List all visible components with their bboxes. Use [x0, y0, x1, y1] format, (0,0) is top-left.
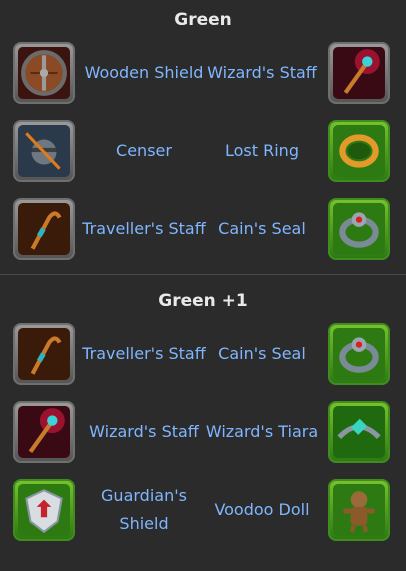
- section-divider: [0, 274, 406, 275]
- guardians-shield-icon[interactable]: [13, 479, 75, 541]
- voodoo-doll-icon[interactable]: [328, 479, 390, 541]
- item-pair-row: Censer Lost Ring: [0, 114, 406, 192]
- section-title: Green +1: [158, 291, 248, 311]
- section-green-plus-1: Green +1 Traveller's Staff Cain's Seal W…: [0, 281, 406, 551]
- lost-ring-icon[interactable]: [328, 120, 390, 182]
- item-name: Wizard's Tiara: [205, 422, 319, 441]
- item-name: Guardian's Shield: [101, 486, 187, 533]
- item-name: Traveller's Staff: [82, 344, 206, 363]
- wizards-staff-icon[interactable]: [13, 401, 75, 463]
- cains-seal-icon[interactable]: [328, 198, 390, 260]
- item-name: Traveller's Staff: [82, 219, 206, 238]
- item-name: Wizard's Staff: [207, 63, 317, 82]
- section-title: Green: [174, 10, 232, 30]
- item-name: Lost Ring: [225, 141, 299, 160]
- item-pair-row: Wooden Shield Wizard's Staff: [0, 36, 406, 114]
- section-green: Green Wooden Shield Wizard's Staff Cense…: [0, 0, 406, 270]
- cains-seal-icon[interactable]: [328, 323, 390, 385]
- item-name: Wooden Shield: [84, 63, 204, 82]
- item-pair-row: Guardian's Shield Voodoo Doll: [0, 473, 406, 551]
- travellers-staff-icon[interactable]: [13, 198, 75, 260]
- item-name: Cain's Seal: [218, 344, 306, 363]
- item-name: Voodoo Doll: [214, 500, 310, 519]
- wizards-staff-icon[interactable]: [328, 42, 390, 104]
- wooden-shield-icon[interactable]: [13, 42, 75, 104]
- item-pair-row: Traveller's Staff Cain's Seal: [0, 192, 406, 270]
- item-name: Cain's Seal: [218, 219, 306, 238]
- censer-icon[interactable]: [13, 120, 75, 182]
- wizards-tiara-icon[interactable]: [328, 401, 390, 463]
- travellers-staff-icon[interactable]: [13, 323, 75, 385]
- item-pair-row: Traveller's Staff Cain's Seal: [0, 317, 406, 395]
- item-pair-row: Wizard's Staff Wizard's Tiara: [0, 395, 406, 473]
- item-name: Wizard's Staff: [89, 422, 199, 441]
- item-name: Censer: [116, 141, 172, 160]
